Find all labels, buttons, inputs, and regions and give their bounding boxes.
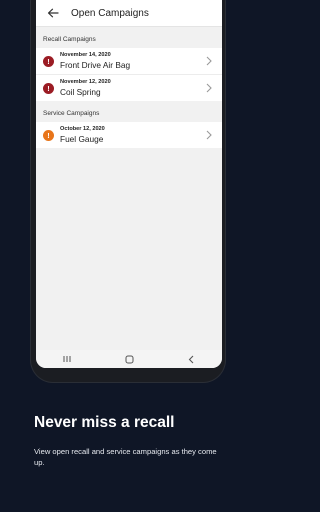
list-item[interactable]: ! November 12, 2020 Coil Spring (36, 75, 222, 101)
campaign-date: October 12, 2020 (60, 125, 105, 132)
alert-icon: ! (43, 55, 54, 67)
alert-icon: ! (43, 82, 54, 94)
recents-icon[interactable] (61, 354, 73, 364)
list-item[interactable]: ! October 12, 2020 Fuel Gauge (36, 122, 222, 148)
list-item[interactable]: ! November 14, 2020 Front Drive Air Bag (36, 48, 222, 75)
recall-list: ! November 14, 2020 Front Drive Air Bag … (36, 48, 222, 101)
section-header-service: Service Campaigns (43, 110, 100, 117)
promo-headline: Never miss a recall (34, 414, 175, 431)
promo-subtext: View open recall and service campaigns a… (34, 447, 217, 467)
back-arrow-icon[interactable] (44, 4, 62, 22)
page-title: Open Campaigns (71, 7, 149, 19)
campaign-name: Fuel Gauge (60, 134, 104, 145)
section-header-recall: Recall Campaigns (43, 36, 96, 43)
home-icon[interactable] (123, 354, 135, 364)
system-nav-bar (36, 350, 222, 368)
campaign-date: November 14, 2020 (60, 51, 111, 58)
chevron-right-icon (206, 56, 212, 66)
alert-icon: ! (43, 129, 54, 141)
service-list: ! October 12, 2020 Fuel Gauge (36, 122, 222, 148)
app-bar: Open Campaigns (36, 0, 222, 27)
phone-screen: Open Campaigns Recall Campaigns ! Novemb… (36, 0, 222, 368)
campaign-name: Front Drive Air Bag (60, 60, 131, 71)
campaign-name: Coil Spring (60, 87, 101, 98)
campaign-date: November 12, 2020 (60, 78, 111, 85)
chevron-right-icon (206, 130, 212, 140)
chevron-right-icon (206, 83, 212, 93)
nav-back-icon[interactable] (185, 354, 197, 364)
